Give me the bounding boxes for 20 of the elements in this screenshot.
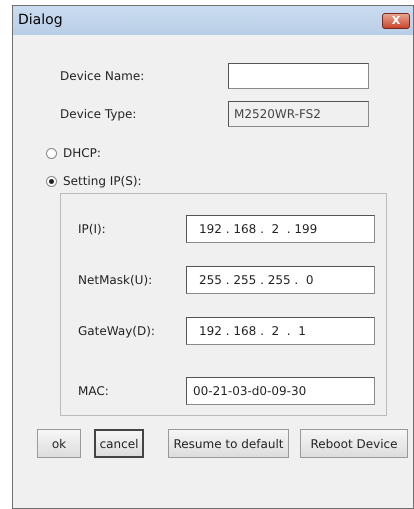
field-label: NetMask(U): <box>78 272 154 289</box>
input-field[interactable]: 00-21-03-d0-09-30 <box>186 377 375 405</box>
ip-address-field[interactable]: 192 . 168 . 2 . 1 <box>186 317 375 345</box>
field-label: IP(I): <box>78 221 107 238</box>
input-field[interactable] <box>228 63 369 89</box>
dialog-button[interactable]: cancel <box>94 429 144 458</box>
ip-address-field[interactable]: 255 . 255 . 255 . 0 <box>186 266 375 294</box>
radio-label: Setting IP(S): <box>63 173 142 190</box>
field-label: GateWay(D): <box>78 323 156 340</box>
field-label: Device Type: <box>60 106 138 123</box>
dialog-button[interactable]: ok <box>37 429 81 458</box>
window-title: Dialog <box>18 11 63 30</box>
dialog-button[interactable]: Resume to default <box>168 429 289 458</box>
field-label: Device Name: <box>60 68 146 85</box>
radio-button[interactable] <box>46 148 57 158</box>
field-label: MAC: <box>78 383 110 400</box>
radio-button[interactable] <box>46 176 57 186</box>
radio-label: DHCP: <box>63 145 101 162</box>
ip-address-field[interactable]: 192 . 168 . 2 . 199 <box>186 215 375 243</box>
dialog-button[interactable]: Reboot Device <box>300 429 408 458</box>
